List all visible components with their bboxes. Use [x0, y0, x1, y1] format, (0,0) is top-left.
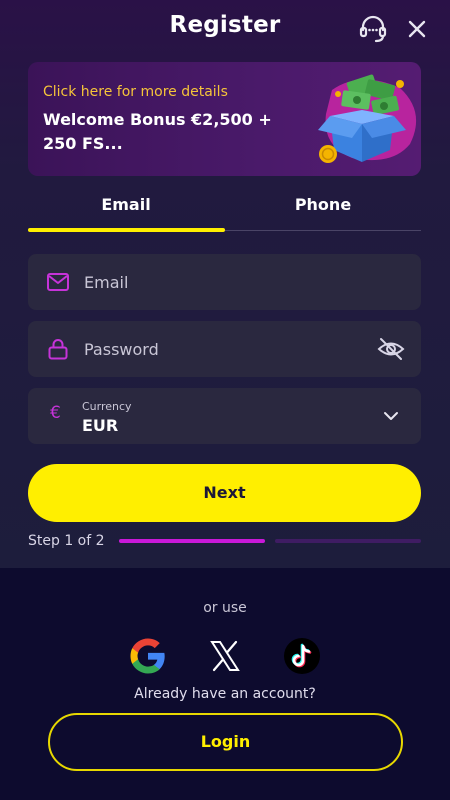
email-field[interactable] [28, 254, 421, 310]
next-button[interactable]: Next [28, 464, 421, 522]
google-icon [130, 638, 165, 674]
already-have-account-text: Already have an account? [134, 686, 316, 702]
envelope-icon [47, 273, 69, 291]
lock-icon [48, 339, 68, 360]
tab-email[interactable]: Email [28, 192, 224, 228]
tiktok-icon [284, 638, 320, 674]
x-login-button[interactable] [205, 636, 245, 676]
eye-off-icon[interactable] [377, 336, 405, 362]
active-tab-indicator [28, 228, 225, 232]
currency-value: EUR [82, 416, 119, 435]
google-login-button[interactable] [128, 636, 168, 676]
step-indicator-text: Step 1 of 2 [28, 533, 105, 549]
password-input[interactable] [84, 321, 384, 377]
welcome-bonus-banner[interactable]: Click here for more details Welcome Bonu… [28, 62, 421, 176]
headset-icon [359, 15, 387, 43]
tab-phone[interactable]: Phone [225, 192, 421, 228]
banner-bonus-text: Welcome Bonus €2,500 + 250 FS... [43, 110, 272, 153]
currency-select[interactable]: € Currency EUR [28, 388, 421, 444]
login-button[interactable]: Login [48, 713, 403, 771]
close-icon [408, 20, 426, 38]
or-use-label: or use [203, 600, 247, 616]
tiktok-login-button[interactable] [282, 636, 322, 676]
auth-method-tabs: Email Phone [28, 192, 421, 234]
email-input[interactable] [84, 254, 384, 310]
step-progress-2 [275, 539, 421, 543]
gift-box-money-icon [318, 74, 417, 163]
support-button[interactable] [356, 12, 390, 46]
euro-icon: € [50, 403, 61, 423]
banner-details-link[interactable]: Click here for more details [43, 84, 228, 100]
x-icon [210, 640, 240, 672]
step-progress-1 [119, 539, 265, 543]
password-field[interactable] [28, 321, 421, 377]
chevron-down-icon [384, 412, 398, 420]
currency-label: Currency [82, 400, 132, 413]
close-button[interactable] [402, 14, 432, 44]
